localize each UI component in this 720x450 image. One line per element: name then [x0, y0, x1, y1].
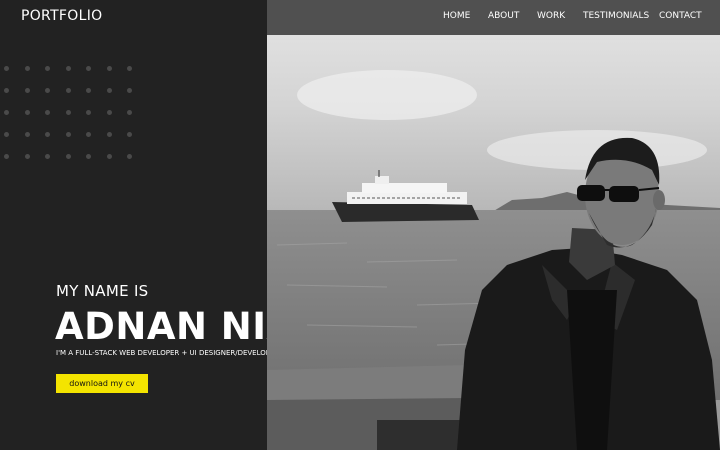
decorative-dot — [24, 66, 30, 71]
decorative-dot — [65, 132, 71, 137]
decorative-dot — [65, 154, 71, 159]
hero-eyebrow: MY NAME IS — [56, 282, 149, 300]
download-cv-button[interactable]: download my cv — [56, 374, 148, 393]
nav-link-about[interactable]: ABOUT — [488, 11, 519, 21]
decorative-dot — [106, 66, 112, 71]
decorative-dot — [4, 132, 9, 137]
decorative-dot — [127, 88, 132, 93]
nav-link-work[interactable]: WORK — [537, 11, 565, 21]
decorative-dot — [24, 88, 30, 93]
main-nav: HOME ABOUT WORK TESTIMONIALS CONTACT — [267, 0, 720, 35]
decorative-dot — [86, 154, 91, 159]
hero-tagline: I'M A FULL-STACK WEB DEVELOPER + UI DESI… — [56, 349, 267, 357]
decorative-dot — [45, 154, 50, 159]
decorative-dot — [127, 132, 132, 137]
decorative-dot — [45, 66, 50, 71]
nav-link-contact[interactable]: CONTACT — [659, 11, 702, 21]
decorative-dot — [24, 110, 30, 115]
decorative-dot — [45, 88, 50, 93]
nav-link-testimonials[interactable]: TESTIMONIALS — [583, 11, 649, 21]
decorative-dot — [4, 66, 9, 71]
decorative-dot — [65, 110, 71, 115]
decorative-dot — [106, 132, 112, 137]
hero-name: ADNAN NIAZI — [55, 305, 267, 348]
decorative-dot — [106, 88, 112, 93]
decorative-dot — [86, 88, 91, 93]
decorative-dot — [106, 110, 112, 115]
hero-photo-image — [267, 0, 720, 450]
decorative-dot — [24, 154, 30, 159]
decorative-dot-grid — [4, 66, 139, 166]
decorative-dot — [45, 110, 50, 115]
decorative-dot — [106, 154, 112, 159]
decorative-dot — [4, 88, 9, 93]
decorative-dot — [86, 66, 91, 71]
decorative-dot — [127, 154, 132, 159]
decorative-dot — [86, 110, 91, 115]
decorative-dot — [24, 132, 30, 137]
decorative-dot — [65, 66, 71, 71]
nav-link-home[interactable]: HOME — [443, 11, 470, 21]
site-logo[interactable]: PORTFOLIO — [21, 8, 102, 24]
decorative-dot — [45, 132, 50, 137]
hero-photo — [267, 0, 720, 450]
decorative-dot — [65, 88, 71, 93]
hero-text-clip: ADNAN NIAZI I'M A FULL-STACK WEB DEVELOP… — [0, 300, 267, 370]
decorative-dot — [86, 132, 91, 137]
decorative-dot — [4, 154, 9, 159]
decorative-dot — [127, 66, 132, 71]
decorative-dot — [4, 110, 9, 115]
decorative-dot — [127, 110, 132, 115]
